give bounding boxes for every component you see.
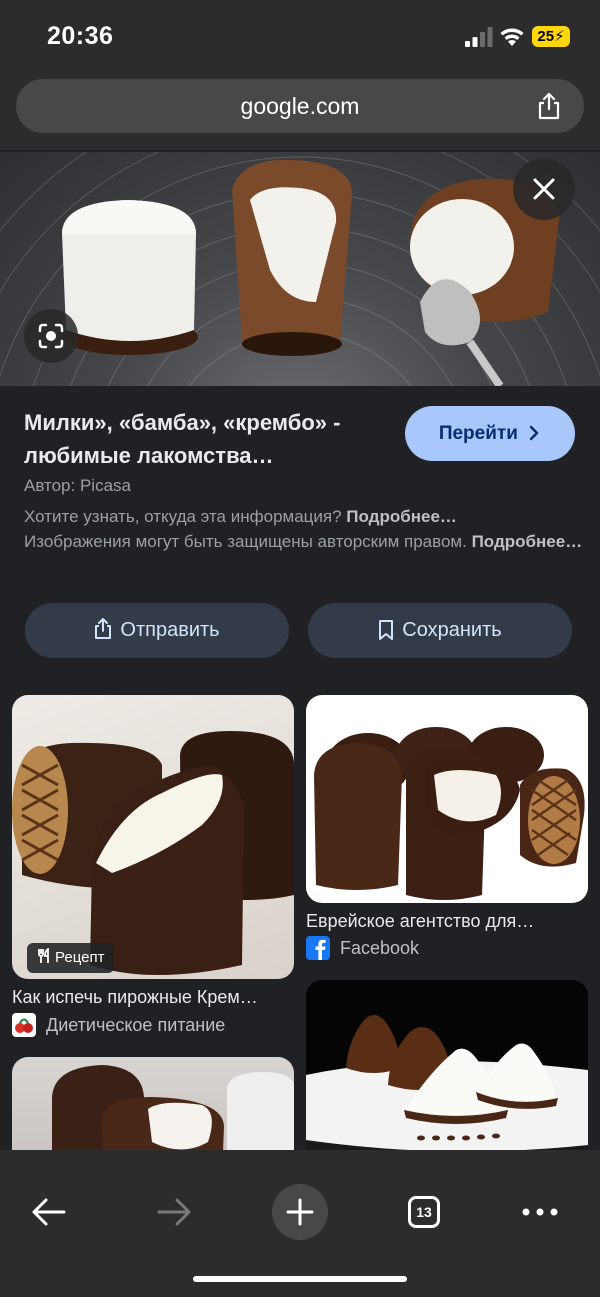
- status-bar: 20:36 25⚡: [0, 0, 600, 74]
- related-source-2: Facebook: [340, 938, 420, 958]
- facebook-icon: [306, 936, 330, 960]
- copyright-note: Хотите узнать, откуда эта информация? По…: [24, 504, 584, 554]
- recipe-badge: Рецепт: [27, 943, 115, 973]
- lens-icon: [38, 323, 64, 349]
- lens-button[interactable]: [24, 309, 78, 363]
- note-text-2: Изображения могут быть защищены авторски…: [24, 532, 467, 551]
- close-button[interactable]: [513, 158, 575, 220]
- tab-count: 13: [416, 1204, 432, 1220]
- wifi-icon: [500, 28, 524, 46]
- save-button[interactable]: Сохранить: [308, 603, 572, 658]
- battery-indicator: 25⚡: [532, 26, 570, 47]
- chevron-right-icon: [529, 425, 539, 441]
- status-time: 20:36: [47, 22, 114, 50]
- related-source-1: Диетическое питание: [46, 1015, 226, 1035]
- plus-icon: [286, 1198, 314, 1226]
- visit-button[interactable]: Перейти: [405, 406, 575, 461]
- visit-label: Перейти: [438, 423, 518, 444]
- close-icon: [533, 178, 555, 200]
- url-text: google.com: [240, 93, 360, 119]
- related-image-4[interactable]: [306, 980, 588, 1172]
- signal-icon: [465, 27, 493, 47]
- more-link-2[interactable]: Подробнее…: [472, 532, 583, 551]
- utensils-icon: [38, 947, 49, 963]
- related-image-2[interactable]: [306, 695, 588, 903]
- back-icon[interactable]: [30, 1180, 68, 1244]
- tabs-icon[interactable]: 13: [408, 1196, 440, 1228]
- related-title-2[interactable]: Еврейское агентство для…: [306, 911, 534, 932]
- related-title-1[interactable]: Как испечь пирожные Крем…: [12, 987, 258, 1008]
- author-text: Автор: Picasa: [24, 476, 131, 495]
- share-label: Отправить: [120, 619, 220, 641]
- home-indicator: [193, 1276, 407, 1282]
- bookmark-icon: [379, 620, 394, 640]
- save-label: Сохранить: [402, 619, 502, 641]
- forward-icon[interactable]: [155, 1180, 193, 1244]
- badge-label: Рецепт: [55, 949, 105, 966]
- related-image-1[interactable]: [12, 695, 294, 979]
- note-text-1: Хотите узнать, откуда эта информация?: [24, 507, 342, 526]
- new-tab-button[interactable]: [272, 1184, 328, 1240]
- share-icon[interactable]: [536, 92, 562, 120]
- share-icon: [95, 618, 112, 639]
- browser-toolbar: google.com: [0, 74, 600, 150]
- address-bar[interactable]: google.com: [16, 79, 584, 133]
- preview-image[interactable]: [0, 152, 600, 386]
- diet-site-icon: [12, 1013, 36, 1037]
- more-icon[interactable]: [520, 1180, 560, 1244]
- result-title[interactable]: Милки», «бамба», «крембо» - любимые лако…: [24, 406, 384, 472]
- share-button[interactable]: Отправить: [25, 603, 289, 658]
- more-link-1[interactable]: Подробнее…: [346, 507, 457, 526]
